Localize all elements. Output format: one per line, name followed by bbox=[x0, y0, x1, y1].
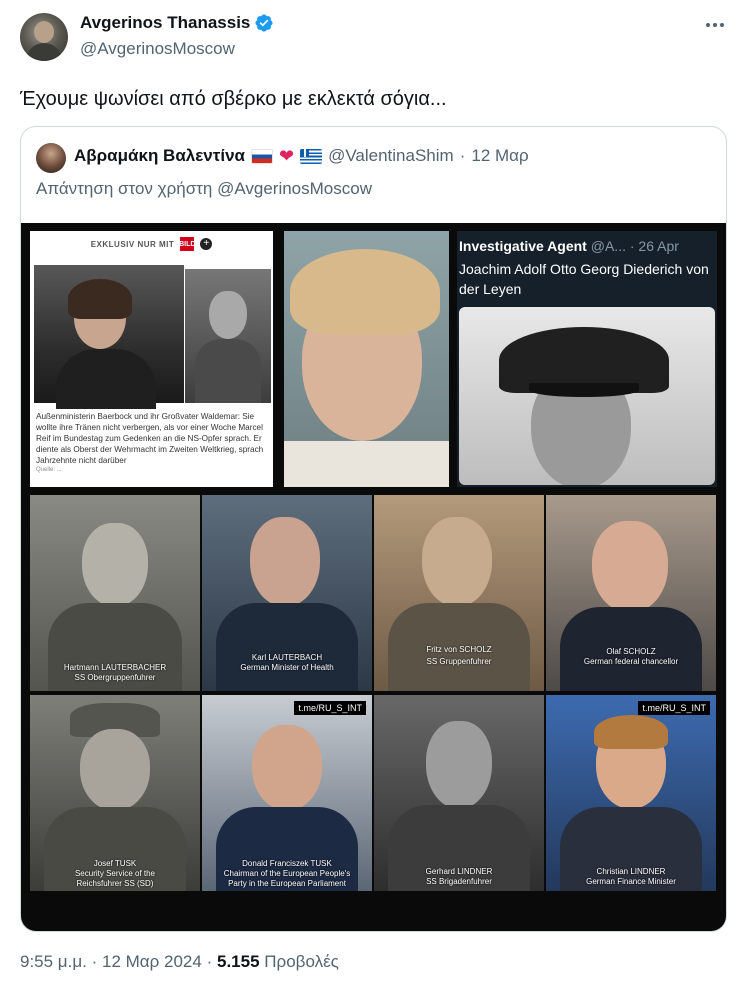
quoted-header: Αβραμάκη Βαλεντίνα ❤ @ValentinaShim · 12… bbox=[74, 146, 529, 166]
cell-7-name: Gerhard LINDNER bbox=[425, 867, 493, 876]
cell-3-name: Fritz von SCHOLZ bbox=[426, 645, 492, 654]
grid-cell-5: Josef TUSK Security Service of the Reich… bbox=[30, 695, 200, 891]
quoted-display-name[interactable]: Αβραμάκη Βαλεντίνα bbox=[74, 146, 245, 166]
footer-separator-1: · bbox=[91, 952, 98, 971]
cell-3-title: SS Gruppenfuhrer bbox=[426, 657, 492, 666]
post-time[interactable]: 9:55 μ.μ. bbox=[20, 952, 87, 971]
verified-badge-icon bbox=[255, 14, 273, 32]
collage-image[interactable]: EXKLUSIV NUR MIT BILD + Außenministerin … bbox=[21, 223, 726, 931]
inv-photo-officer bbox=[459, 307, 715, 485]
footer-separator-2: · bbox=[206, 952, 213, 971]
bild-photo-grandfather bbox=[185, 269, 271, 403]
grid-cell-3: Fritz von SCHOLZ SS Gruppenfuhrer bbox=[374, 495, 544, 691]
cell-6-title-1: Chairman of the European People's bbox=[223, 869, 351, 878]
cell-8-watermark: t.me/RU_S_INT bbox=[638, 701, 710, 715]
bild-source: Quelle: ... bbox=[36, 467, 62, 473]
grid-cell-7: Gerhard LINDNER SS Brigadenfuhrer bbox=[374, 695, 544, 891]
bild-exclusive-label: EXKLUSIV NUR MIT bbox=[90, 239, 175, 249]
inv-header: Investigative Agent @A... · 26 Apr bbox=[459, 238, 679, 254]
grid-cell-1: Hartmann LAUTERBACHER SS Obergruppenfuhr… bbox=[30, 495, 200, 691]
cell-2-title: German Minister of Health bbox=[240, 663, 334, 672]
portrait-photo bbox=[284, 231, 449, 487]
bild-caption: Außenministerin Baerbock und ihr Großvat… bbox=[36, 412, 264, 465]
cell-1-title: SS Obergruppenfuhrer bbox=[74, 673, 156, 682]
post-date[interactable]: 12 Μαρ 2024 bbox=[102, 952, 202, 971]
reply-mention[interactable]: @AvgerinosMoscow bbox=[217, 179, 372, 198]
author-display-name[interactable]: Avgerinos Thanassis bbox=[80, 13, 250, 33]
author-avatar[interactable] bbox=[20, 13, 68, 61]
bild-logo: BILD bbox=[179, 237, 195, 251]
bild-plus-icon: + bbox=[200, 238, 213, 250]
grid-cell-8: t.me/RU_S_INT Christian LINDNER German F… bbox=[546, 695, 716, 891]
bild-photo-minister bbox=[34, 265, 184, 409]
grid-cell-4: Olaf SCHOLZ German federal chancellor bbox=[546, 495, 716, 691]
grid-cell-2: Karl LAUTERBACH German Minister of Healt… bbox=[202, 495, 372, 691]
quoted-separator: · bbox=[459, 146, 466, 165]
inv-handle: @A... bbox=[590, 238, 626, 254]
investigative-agent-tweet: Investigative Agent @A... · 26 Apr Joach… bbox=[457, 231, 717, 487]
more-options-icon[interactable] bbox=[700, 14, 730, 36]
inv-date: 26 Apr bbox=[638, 238, 679, 254]
cell-7-title: SS Brigadenfuhrer bbox=[426, 877, 492, 886]
quoted-avatar[interactable] bbox=[36, 143, 66, 173]
author-name-row: Avgerinos Thanassis bbox=[80, 13, 274, 33]
bild-banner: EXKLUSIV NUR MIT BILD + bbox=[30, 231, 273, 257]
views-label: Προβολές bbox=[264, 952, 339, 971]
tweet-text: Έχουμε ψωνίσει από σβέρκο με εκλεκτά σόγ… bbox=[20, 88, 447, 110]
quoted-reply-line: Απάντηση στον χρήστη @AvgerinosMoscow bbox=[36, 179, 372, 199]
cell-5-title-2: Reichsfuhrer SS (SD) bbox=[76, 879, 154, 888]
cell-6-title-2: Party in the European Parliament bbox=[228, 879, 346, 888]
tweet: Avgerinos Thanassis @AvgerinosMoscow Έχο… bbox=[0, 0, 747, 992]
grid-cell-6: t.me/RU_S_INT Donald Franciszek TUSK Cha… bbox=[202, 695, 372, 891]
russia-flag-icon bbox=[250, 148, 273, 164]
quoted-tweet[interactable]: Αβραμάκη Βαλεντίνα ❤ @ValentinaShim · 12… bbox=[20, 126, 727, 932]
cell-6-watermark: t.me/RU_S_INT bbox=[294, 701, 366, 715]
cell-8-title: German Finance Minister bbox=[586, 877, 676, 886]
quoted-handle[interactable]: @ValentinaShim bbox=[328, 146, 454, 166]
inv-text: Joachim Adolf Otto Georg Diederich von d… bbox=[459, 261, 709, 297]
greece-flag-icon bbox=[300, 148, 323, 164]
cell-4-title: German federal chancellor bbox=[583, 657, 679, 666]
quoted-date[interactable]: 12 Μαρ bbox=[471, 146, 528, 166]
cell-4-name: Olaf SCHOLZ bbox=[606, 647, 656, 656]
reply-prefix: Απάντηση στον χρήστη bbox=[36, 179, 213, 198]
cell-5-title-1: Security Service of the bbox=[74, 869, 156, 878]
bild-article-panel: EXKLUSIV NUR MIT BILD + Außenministerin … bbox=[30, 231, 273, 487]
views-count: 5.155 bbox=[216, 952, 260, 971]
inv-separator: · bbox=[629, 238, 635, 254]
cell-8-name: Christian LINDNER bbox=[596, 867, 666, 876]
author-handle[interactable]: @AvgerinosMoscow bbox=[80, 39, 235, 59]
cell-2-name: Karl LAUTERBACH bbox=[251, 653, 323, 662]
heart-icon: ❤ bbox=[278, 145, 295, 166]
cell-6-name: Donald Franciszek TUSK bbox=[242, 859, 332, 868]
cell-5-name: Josef TUSK bbox=[93, 859, 137, 868]
inv-name: Investigative Agent bbox=[459, 238, 587, 254]
tweet-footer: 9:55 μ.μ. · 12 Μαρ 2024 · 5.155 Προβολές bbox=[20, 952, 339, 972]
cell-1-name: Hartmann LAUTERBACHER bbox=[63, 663, 167, 672]
